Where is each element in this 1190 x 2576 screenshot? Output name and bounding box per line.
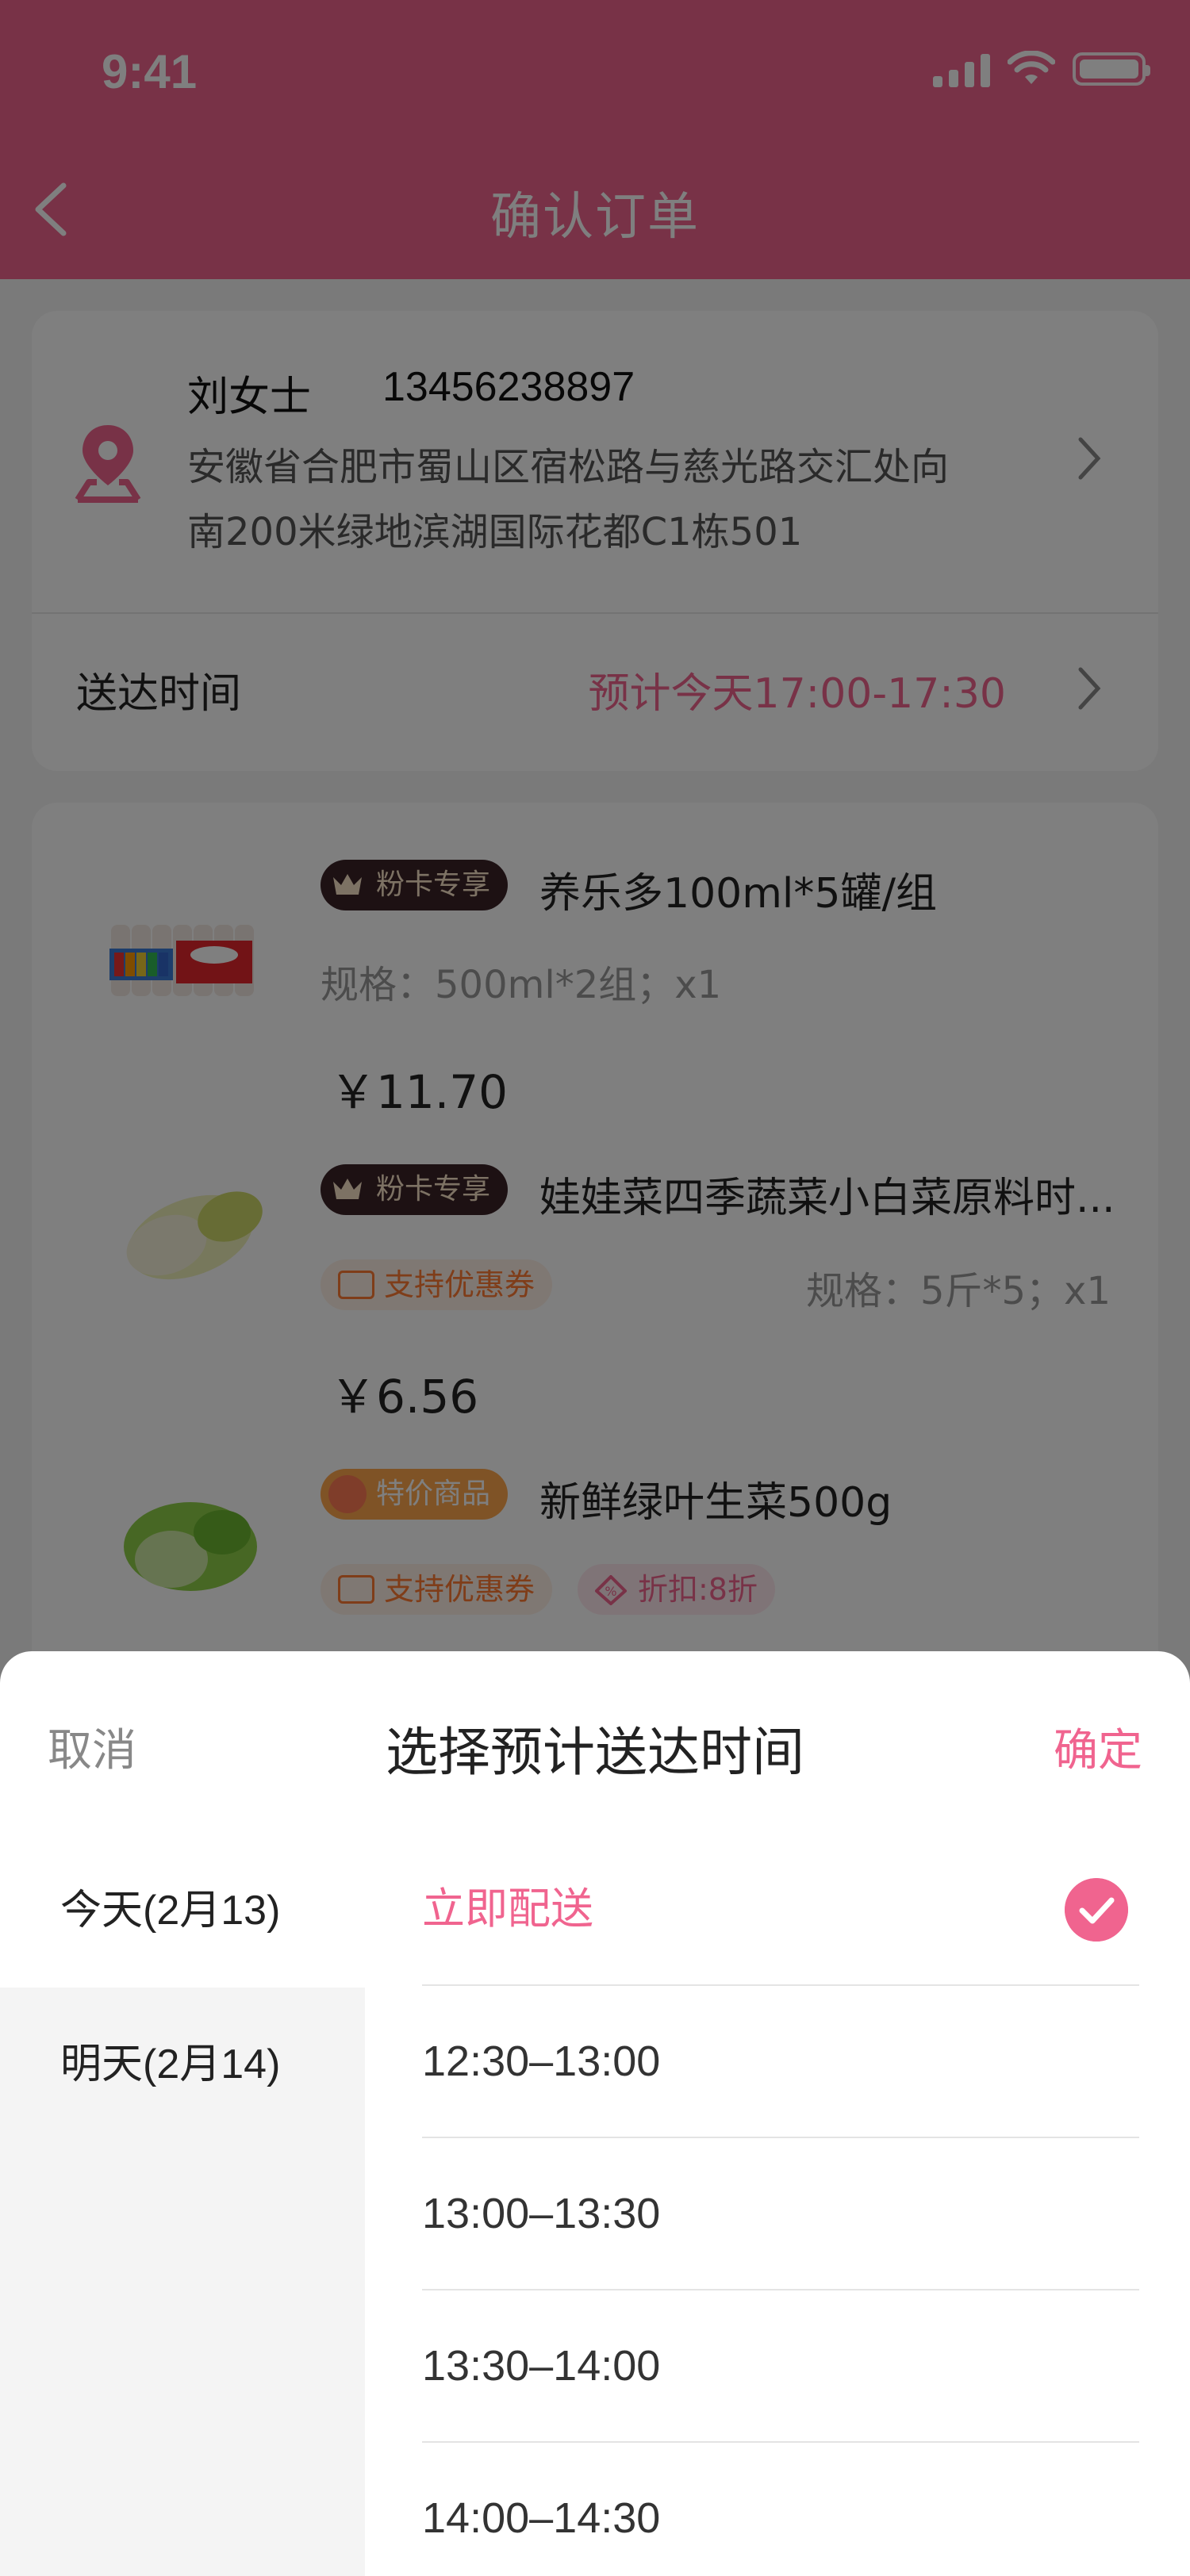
- time-slot[interactable]: 13:00–13:30: [422, 2138, 1139, 2290]
- day-list: 今天(2月13) 明天(2月14): [0, 1834, 365, 2576]
- check-icon: [1065, 1878, 1128, 1942]
- time-slot-label: 13:30–14:00: [422, 2342, 661, 2390]
- time-slot[interactable]: 立即配送: [422, 1834, 1139, 1986]
- time-slot-label: 12:30–13:00: [422, 2037, 661, 2085]
- time-slot[interactable]: 14:00–14:30: [422, 2443, 1139, 2576]
- time-slot-label: 立即配送: [422, 1885, 593, 1933]
- confirm-button[interactable]: 确定: [1054, 1715, 1142, 1779]
- time-slot-label: 14:00–14:30: [422, 2494, 661, 2542]
- time-slot[interactable]: 12:30–13:00: [422, 1986, 1139, 2138]
- day-item-today[interactable]: 今天(2月13): [0, 1834, 365, 1988]
- time-slot[interactable]: 13:30–14:00: [422, 2290, 1139, 2443]
- day-item-tomorrow[interactable]: 明天(2月14): [0, 1988, 365, 2141]
- sheet-title: 选择预计送达时间: [386, 1722, 804, 1783]
- delivery-time-sheet: 取消 选择预计送达时间 确定 今天(2月13) 明天(2月14) 立即配送 12…: [0, 1651, 1190, 2576]
- time-slot-label: 13:00–13:30: [422, 2190, 661, 2237]
